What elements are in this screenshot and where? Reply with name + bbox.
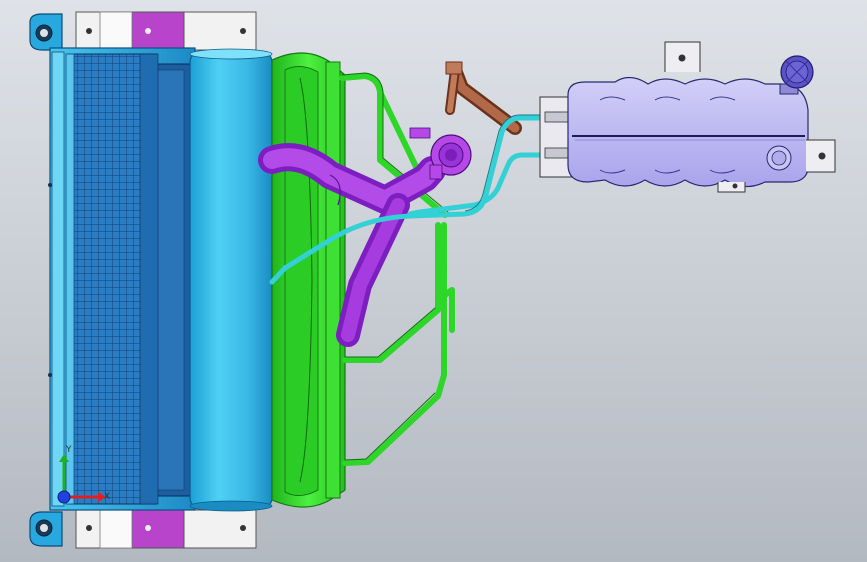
cad-viewport[interactable]: X Y bbox=[0, 0, 867, 562]
header-tank[interactable] bbox=[189, 48, 273, 512]
z-axis-dot bbox=[57, 490, 71, 504]
bottom-mount-brackets[interactable] bbox=[75, 509, 257, 549]
tank-top-bracket[interactable] bbox=[664, 41, 701, 72]
elbow-fitting[interactable] bbox=[445, 61, 522, 135]
expansion-tank[interactable] bbox=[539, 76, 809, 188]
assembly-model[interactable] bbox=[0, 0, 867, 562]
fan-shroud[interactable] bbox=[271, 52, 346, 508]
filler-cap[interactable] bbox=[779, 55, 814, 95]
radiator-core[interactable] bbox=[65, 53, 191, 505]
top-mount-brackets[interactable] bbox=[75, 11, 257, 51]
